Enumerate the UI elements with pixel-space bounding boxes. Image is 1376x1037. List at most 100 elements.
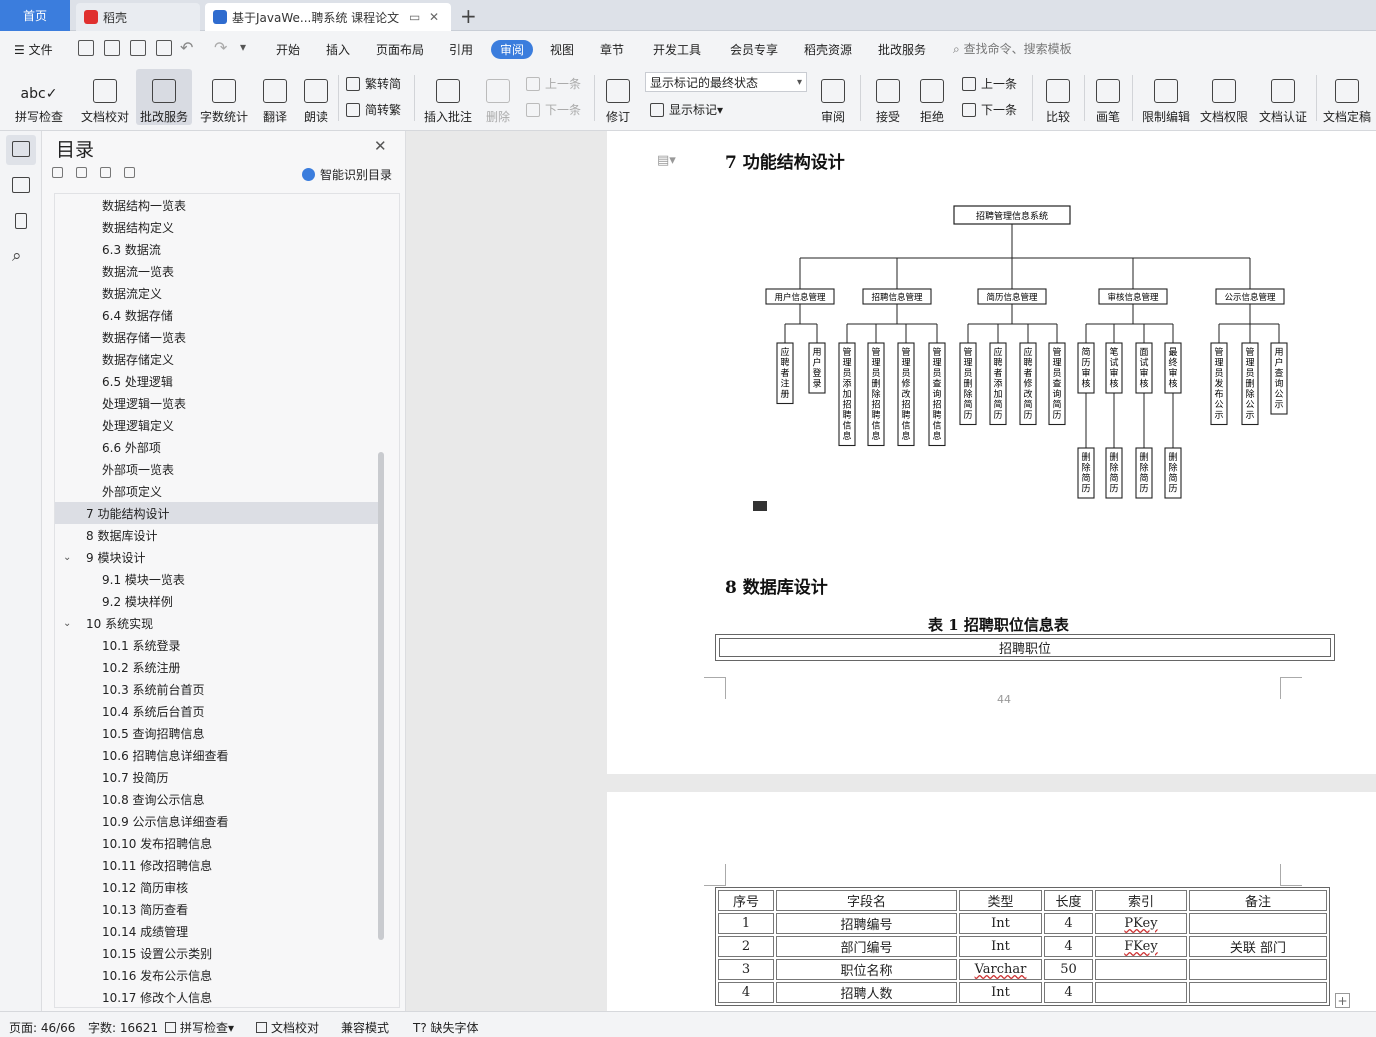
tab-close-icon[interactable]: ✕ (429, 10, 439, 24)
toc-item[interactable]: 10.4 系统后台首页 (55, 700, 378, 722)
toc-item[interactable]: 处理逻辑定义 (55, 414, 378, 436)
toc-item[interactable]: 10.8 查询公示信息 (55, 788, 378, 810)
toc-item[interactable]: 10.10 发布招聘信息 (55, 832, 378, 854)
table-cell[interactable]: Int (959, 936, 1042, 957)
toc-item[interactable]: 处理逻辑一览表 (55, 392, 378, 414)
reject-change-button[interactable]: 拒绝 (914, 69, 950, 125)
tab-pin-icon[interactable]: ▭ (409, 10, 420, 24)
print-icon[interactable] (130, 40, 146, 56)
toc-item[interactable]: ⌄ 10 系统实现 (55, 612, 378, 634)
toc-item[interactable]: 数据存储定义 (55, 348, 378, 370)
menu-reference[interactable]: 引用 (449, 41, 473, 58)
prev-change-button[interactable]: 上一条 (962, 75, 1017, 92)
spell-check-status[interactable]: 拼写检查 ▾ (165, 1019, 234, 1036)
close-icon[interactable]: ✕ (374, 137, 387, 155)
file-menu[interactable]: ☰ 文件 (14, 41, 53, 58)
bookmark-icon[interactable] (15, 213, 27, 229)
toc-scrollbar[interactable] (378, 452, 384, 940)
tab-home[interactable]: 首页 (0, 0, 70, 31)
toc-item[interactable]: 6.3 数据流 (55, 238, 378, 260)
show-markup-button[interactable]: 显示标记 ▾ (650, 101, 723, 118)
menu-start[interactable]: 开始 (276, 41, 300, 58)
menu-view[interactable]: 视图 (550, 41, 574, 58)
toc-item[interactable]: 6.5 处理逻辑 (55, 370, 378, 392)
document-permission-button[interactable]: 文档权限 (1198, 69, 1250, 125)
proof-status[interactable]: 文档校对 (256, 1019, 319, 1036)
toc-item[interactable]: 10.14 成绩管理 (55, 920, 378, 942)
insert-comment-button[interactable]: 插入批注 (422, 69, 474, 125)
toc-item[interactable]: 9.1 模块一览表 (55, 568, 378, 590)
toc-item[interactable]: 外部项一览表 (55, 458, 378, 480)
word-count-button[interactable]: 字数统计 (198, 69, 250, 125)
toc-item[interactable]: 8 数据库设计 (55, 524, 378, 546)
word-count-status[interactable]: 字数: 16621 (88, 1019, 158, 1036)
toc-item[interactable]: 6.4 数据存储 (55, 304, 378, 326)
toc-item[interactable]: 10.15 设置公示类别 (55, 942, 378, 964)
menu-insert[interactable]: 插入 (326, 41, 350, 58)
table-cell[interactable]: 2 (718, 936, 774, 957)
correction-service-button[interactable]: 批改服务 (136, 69, 192, 125)
table-cell[interactable]: Int (959, 913, 1042, 934)
expand-up-icon[interactable] (76, 167, 87, 178)
menu-page-layout[interactable]: 页面布局 (376, 41, 424, 58)
collapse-all-icon[interactable] (52, 167, 63, 178)
tab-document[interactable]: 基于JavaWe...聘系统 课程论文 ▭ ✕ (205, 3, 451, 31)
toc-item[interactable]: 外部项定义 (55, 480, 378, 502)
table-cell[interactable]: PKey (1095, 913, 1187, 934)
simp-to-trad-button[interactable]: 简转繁 (346, 101, 401, 118)
smart-toc-button[interactable]: 智能识别目录 (302, 166, 392, 183)
compare-button[interactable]: 比较 (1040, 69, 1076, 125)
toc-item[interactable]: 10.16 发布公示信息 (55, 964, 378, 986)
page-indicator[interactable]: 页面: 46/66 (9, 1019, 75, 1036)
table-header-cell[interactable]: 备注 (1189, 890, 1327, 911)
pen-button[interactable]: 画笔 (1092, 69, 1124, 125)
toc-item[interactable]: 9.2 模块样例 (55, 590, 378, 612)
save-icon[interactable] (78, 40, 94, 56)
table-cell[interactable]: 招聘人数 (776, 982, 957, 1003)
chevron-down-icon[interactable]: ⌄ (63, 552, 71, 563)
command-search[interactable]: ⌕ 查找命令、搜索模板 (953, 40, 1072, 57)
menu-daoke-resources[interactable]: 稻壳资源 (804, 41, 852, 58)
read-aloud-button[interactable]: 朗读 (300, 69, 332, 125)
toc-item[interactable]: 10.13 简历查看 (55, 898, 378, 920)
review-button[interactable]: 审阅 (814, 69, 852, 125)
spell-check-button[interactable]: abc✓ 拼写检查 (8, 69, 70, 125)
document-certify-button[interactable]: 文档认证 (1256, 69, 1310, 125)
add-level-icon[interactable] (100, 167, 111, 178)
redo-icon[interactable]: ↷ (214, 38, 227, 57)
toc-item[interactable]: 10.3 系统前台首页 (55, 678, 378, 700)
delete-comment-button[interactable]: 删除 (480, 69, 516, 125)
toc-item[interactable]: 10.11 修改招聘信息 (55, 854, 378, 876)
paragraph-handle-icon[interactable]: ▤▾ (657, 153, 676, 168)
new-tab-icon[interactable]: + (460, 4, 477, 28)
next-change-button[interactable]: 下一条 (962, 101, 1017, 118)
toc-item[interactable]: 7 功能结构设计 (55, 502, 378, 524)
toc-item[interactable]: 10.9 公示信息详细查看 (55, 810, 378, 832)
table-cell[interactable] (1189, 913, 1327, 934)
toc-item[interactable]: 10.7 投简历 (55, 766, 378, 788)
table-cell[interactable] (1189, 959, 1327, 980)
table-cell[interactable] (1189, 982, 1327, 1003)
chapter-nav-icon[interactable] (12, 177, 30, 193)
table-cell[interactable]: Int (959, 982, 1042, 1003)
table-cell[interactable]: 招聘编号 (776, 913, 957, 934)
prev-comment-button[interactable]: 上一条 (526, 75, 581, 92)
table-cell[interactable]: 4 (1044, 936, 1093, 957)
menu-section[interactable]: 章节 (600, 41, 624, 58)
table-header-cell[interactable]: 类型 (959, 890, 1042, 911)
toc-item[interactable]: 10.6 招聘信息详细查看 (55, 744, 378, 766)
table-cell[interactable]: 4 (718, 982, 774, 1003)
table-cell[interactable]: 关联 部门 (1189, 936, 1327, 957)
table-cell[interactable] (1095, 959, 1187, 980)
markup-state-select[interactable]: 显示标记的最终状态 ▾ (645, 72, 807, 92)
menu-developer[interactable]: 开发工具 (653, 41, 701, 58)
toc-item[interactable]: 10.1 系统登录 (55, 634, 378, 656)
find-icon[interactable]: ⌕ (12, 246, 22, 266)
chevron-down-icon[interactable]: ⌄ (63, 618, 71, 629)
add-row-icon[interactable]: + (1335, 993, 1350, 1008)
export-pdf-icon[interactable] (104, 40, 120, 56)
table-cell[interactable] (1095, 982, 1187, 1003)
table-header-cell[interactable]: 序号 (718, 890, 774, 911)
toc-item[interactable]: 数据结构一览表 (55, 194, 378, 216)
toc-item[interactable]: 数据存储一览表 (55, 326, 378, 348)
